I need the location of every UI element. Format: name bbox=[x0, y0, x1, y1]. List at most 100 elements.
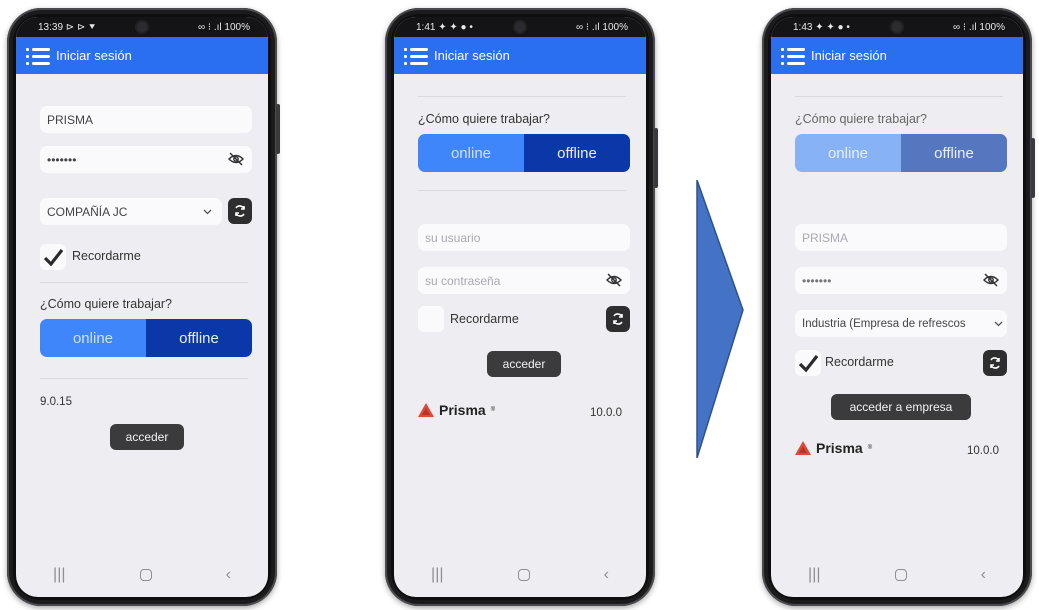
password-placeholder: su contraseña bbox=[425, 273, 501, 288]
status-time: 1:41 ✦ ✦ ● • bbox=[416, 21, 473, 33]
eye-off-icon[interactable] bbox=[606, 273, 622, 287]
refresh-icon bbox=[613, 313, 623, 325]
brand-logo: Prisma ® bbox=[795, 440, 872, 456]
status-icons: ∞ ⁝ .ıl 100% bbox=[953, 21, 1005, 33]
login-button[interactable]: acceder bbox=[487, 351, 561, 377]
home-button[interactable] bbox=[894, 569, 907, 581]
version-label: 10.0.0 bbox=[590, 407, 622, 419]
brand-registered-mark: ® bbox=[490, 407, 496, 413]
menu-icon[interactable] bbox=[781, 46, 805, 66]
prisma-logo-icon bbox=[418, 403, 434, 417]
password-field[interactable]: ••••••• bbox=[40, 146, 252, 173]
mode-question: ¿Cómo quiere trabajar? bbox=[40, 297, 173, 311]
password-field[interactable]: su contraseña bbox=[418, 267, 630, 294]
status-bar: 13:39 ⊳ ⊳ ⯆ ∞ ⁝ .ıl 100% bbox=[16, 17, 268, 37]
remember-label: Recordarme bbox=[825, 355, 894, 369]
recents-button[interactable]: ||| bbox=[808, 566, 820, 584]
app-bar: Iniciar sesión bbox=[16, 37, 268, 74]
phone-1-screen: 13:39 ⊳ ⊳ ⯆ ∞ ⁝ .ıl 100% Iniciar sesión … bbox=[16, 17, 268, 597]
status-icons: ∞ ⁝ .ıl 100% bbox=[198, 21, 250, 33]
eye-off-icon[interactable] bbox=[228, 152, 244, 166]
divider bbox=[40, 282, 248, 283]
remember-checkbox[interactable] bbox=[418, 306, 444, 332]
mode-offline-button[interactable]: offline bbox=[524, 134, 630, 172]
mode-question: ¿Cómo quiere trabajar? bbox=[418, 112, 551, 126]
mode-question: ¿Cómo quiere trabajar? bbox=[795, 112, 928, 126]
mode-online-button[interactable]: online bbox=[418, 134, 524, 172]
remember-label: Recordarme bbox=[450, 312, 519, 326]
front-camera bbox=[892, 22, 902, 32]
brand-name: Prisma bbox=[439, 402, 486, 418]
checkmark-icon bbox=[798, 355, 818, 373]
version-label: 10.0.0 bbox=[967, 445, 999, 457]
mode-toggle: online offline bbox=[795, 134, 1007, 172]
company-selected: COMPAÑÍA JC bbox=[47, 204, 128, 219]
back-button[interactable]: ‹ bbox=[604, 566, 609, 584]
remember-checkbox[interactable] bbox=[795, 350, 821, 376]
mode-toggle: online offline bbox=[40, 319, 252, 357]
user-field[interactable]: su usuario bbox=[418, 224, 630, 251]
divider bbox=[418, 190, 626, 191]
refresh-icon bbox=[235, 205, 245, 217]
phone-3: 1:43 ✦ ✦ ● • ∞ ⁝ .ıl 100% Iniciar sesión… bbox=[762, 8, 1035, 606]
user-field[interactable]: PRISMA bbox=[795, 224, 1007, 251]
mode-online-button[interactable]: online bbox=[40, 319, 146, 357]
mode-offline-button[interactable]: offline bbox=[146, 319, 252, 357]
phone-2: 1:41 ✦ ✦ ● • ∞ ⁝ .ıl 100% Iniciar sesión… bbox=[385, 8, 658, 606]
chevron-down-icon bbox=[203, 209, 212, 215]
phone-2-screen: 1:41 ✦ ✦ ● • ∞ ⁝ .ıl 100% Iniciar sesión… bbox=[394, 17, 646, 597]
divider bbox=[795, 96, 1003, 97]
mode-online-button[interactable]: online bbox=[795, 134, 901, 172]
login-button[interactable]: acceder bbox=[110, 424, 184, 450]
menu-icon[interactable] bbox=[26, 46, 50, 66]
prisma-logo-icon bbox=[795, 441, 811, 455]
company-select[interactable]: Industria (Empresa de refrescos bbox=[795, 310, 1007, 337]
status-bar: 1:43 ✦ ✦ ● • ∞ ⁝ .ıl 100% bbox=[771, 17, 1023, 37]
remember-checkbox[interactable] bbox=[40, 244, 66, 270]
system-nav-bar: ||| ‹ bbox=[771, 553, 1023, 597]
divider bbox=[418, 96, 626, 97]
home-button[interactable] bbox=[139, 569, 152, 581]
app-title: Iniciar sesión bbox=[56, 48, 132, 63]
brand-registered-mark: ® bbox=[867, 445, 873, 451]
company-select[interactable]: COMPAÑÍA JC bbox=[40, 198, 222, 225]
remember-label: Recordarme bbox=[72, 249, 141, 263]
password-field[interactable]: ••••••• bbox=[795, 267, 1007, 294]
comparison-stage: 13:39 ⊳ ⊳ ⯆ ∞ ⁝ .ıl 100% Iniciar sesión … bbox=[0, 0, 1039, 610]
menu-icon[interactable] bbox=[404, 46, 428, 66]
status-bar: 1:41 ✦ ✦ ● • ∞ ⁝ .ıl 100% bbox=[394, 17, 646, 37]
system-nav-bar: ||| ‹ bbox=[394, 553, 646, 597]
back-button[interactable]: ‹ bbox=[226, 566, 231, 584]
app-title: Iniciar sesión bbox=[434, 48, 510, 63]
refresh-button[interactable] bbox=[606, 306, 630, 332]
password-value: ••••••• bbox=[47, 152, 77, 167]
refresh-button[interactable] bbox=[983, 350, 1007, 376]
phone-side-button bbox=[1031, 138, 1035, 198]
status-time: 13:39 ⊳ ⊳ ⯆ bbox=[38, 21, 97, 33]
app-bar: Iniciar sesión bbox=[394, 37, 646, 74]
checkmark-icon bbox=[43, 249, 63, 267]
divider bbox=[40, 378, 248, 379]
chevron-down-icon bbox=[994, 321, 1003, 327]
recents-button[interactable]: ||| bbox=[431, 566, 443, 584]
front-camera bbox=[515, 22, 525, 32]
phone-side-button bbox=[654, 128, 658, 188]
refresh-button[interactable] bbox=[228, 198, 252, 224]
home-button[interactable] bbox=[517, 569, 530, 581]
user-field[interactable]: PRISMA bbox=[40, 106, 252, 133]
company-selected: Industria (Empresa de refrescos bbox=[802, 317, 966, 330]
system-nav-bar: ||| ‹ bbox=[16, 553, 268, 597]
back-button[interactable]: ‹ bbox=[981, 566, 986, 584]
phone-side-button bbox=[276, 104, 280, 154]
password-value: ••••••• bbox=[802, 273, 832, 288]
front-camera bbox=[137, 22, 147, 32]
status-icons: ∞ ⁝ .ıl 100% bbox=[576, 21, 628, 33]
brand-logo: Prisma ® bbox=[418, 402, 495, 418]
recents-button[interactable]: ||| bbox=[53, 566, 65, 584]
login-company-button[interactable]: acceder a empresa bbox=[831, 394, 971, 420]
phone-1: 13:39 ⊳ ⊳ ⯆ ∞ ⁝ .ıl 100% Iniciar sesión … bbox=[7, 8, 280, 606]
refresh-icon bbox=[990, 357, 1000, 369]
mode-offline-button[interactable]: offline bbox=[901, 134, 1007, 172]
status-time: 1:43 ✦ ✦ ● • bbox=[793, 21, 850, 33]
eye-off-icon[interactable] bbox=[983, 273, 999, 287]
